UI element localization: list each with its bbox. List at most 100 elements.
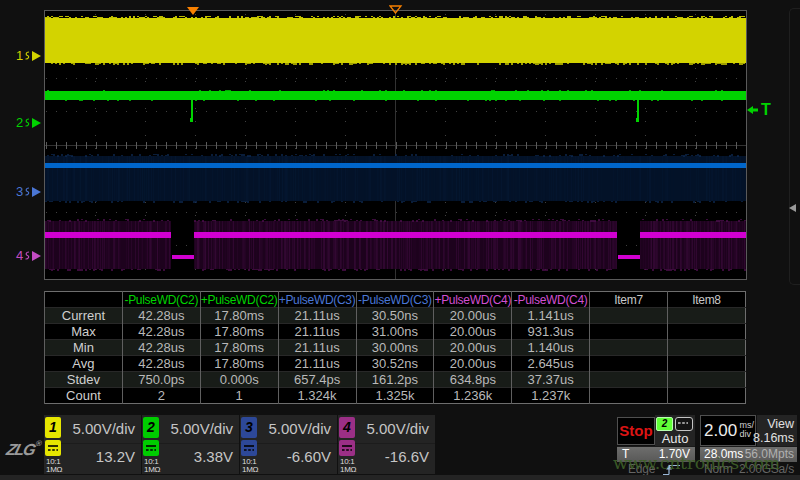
oscilloscope-screen: 1234 T -PulseWD(C2)+PulseWD(C2)+PulseWD(… [0, 0, 800, 480]
cell--PulseWD(C2)-Count: 2 [122, 388, 200, 404]
cell--PulseWD(C2)-Current: 42.28us [122, 308, 200, 324]
cell-+PulseWD(C2)-Min: 17.80ms [200, 340, 278, 356]
cell--PulseWD(C4)-Count: 1.237k [512, 388, 590, 404]
channel-3-offset: -6.60V [287, 448, 331, 465]
cell-+PulseWD(C4)-Max: 20.00us [434, 324, 512, 340]
cell-Item8-Current [668, 308, 746, 324]
channel-4-offset: -16.6V [385, 448, 429, 465]
channel-1-marker-number: 1 [16, 49, 23, 63]
channel-4-badge: 4 [339, 417, 355, 438]
channel-2-marker-number: 2 [16, 116, 23, 130]
cell-+PulseWD(C4)-Count: 1.236k [434, 388, 512, 404]
cell-Item7-Max [590, 324, 668, 340]
trigger-position-icon[interactable] [187, 7, 199, 15]
channel-3-probe-info: 10:11MΩ [242, 458, 258, 473]
cell-Item8-Count [668, 388, 746, 404]
watermark: www.cntronics.com [613, 453, 780, 473]
cell--PulseWD(C3)-Stdev: 161.2ps [356, 372, 434, 388]
row-label-Max: Max [45, 324, 123, 340]
column-header-Item7: Item7 [590, 292, 668, 308]
cell-Item7-Count [590, 388, 668, 404]
row-label-Avg: Avg [45, 356, 123, 372]
cell-Item8-Stdev [668, 372, 746, 388]
column-header-+PulseWD(C3): +PulseWD(C3) [278, 292, 356, 308]
channel-3-scale: 5.00V/div [268, 420, 331, 437]
cell-+PulseWD(C2)-Count: 1 [200, 388, 278, 404]
view-value: 8.16ms [753, 431, 794, 445]
cell-Item7-Min [590, 340, 668, 356]
cell-Item8-Min [668, 340, 746, 356]
cell-+PulseWD(C3)-Stdev: 657.4ps [278, 372, 356, 388]
cell-Item7-Stdev [590, 372, 668, 388]
column-header--PulseWD(C4): -PulseWD(C4) [512, 292, 590, 308]
cell-+PulseWD(C4)-Stdev: 634.8ps [434, 372, 512, 388]
channel-3-skew-icon [23, 186, 31, 198]
trigger-level-marker[interactable]: T [747, 101, 771, 119]
cell-Item8-Avg [668, 356, 746, 372]
channel-3-block[interactable]: 3 10:11MΩ 5.00V/div -6.60V [240, 415, 337, 474]
trigger-left-arrow-icon [747, 105, 758, 115]
cell--PulseWD(C2)-Min: 42.28us [122, 340, 200, 356]
channel-3-coupling-icon [241, 440, 257, 456]
column-header-+PulseWD(C4): +PulseWD(C4) [434, 292, 512, 308]
row-label-Current: Current [45, 308, 123, 324]
channel-4-scale: 5.00V/div [366, 420, 429, 437]
delay-reference-icon [389, 5, 403, 14]
cell--PulseWD(C3)-Max: 31.00ns [356, 324, 434, 340]
trigger-mode-area[interactable]: 2 Auto [655, 415, 695, 446]
waveform-canvas [45, 11, 746, 279]
channel-1-scale: 5.00V/div [72, 420, 135, 437]
cell-+PulseWD(C4)-Min: 20.00us [434, 340, 512, 356]
channel-2-coupling-icon [143, 440, 159, 456]
column-header--PulseWD(C3): -PulseWD(C3) [356, 292, 434, 308]
timebase-scale-value: 2.00 [704, 421, 737, 441]
channel-1-marker-arrow [32, 51, 41, 61]
view-label: View [767, 417, 794, 431]
cell--PulseWD(C4)-Stdev: 37.37us [512, 372, 590, 388]
column-header-+PulseWD(C2): +PulseWD(C2) [200, 292, 278, 308]
channel-1-skew-icon [23, 50, 31, 62]
cell--PulseWD(C2)-Stdev: 750.0ps [122, 372, 200, 388]
row-label-Min: Min [45, 340, 123, 356]
cell--PulseWD(C2)-Avg: 42.28us [122, 356, 200, 372]
channel-4-marker-number: 4 [16, 249, 23, 263]
run-state-button[interactable]: Stop [617, 417, 655, 445]
cell-Item8-Max [668, 324, 746, 340]
cell--PulseWD(C4)-Min: 1.140us [512, 340, 590, 356]
cell-+PulseWD(C2)-Max: 17.80ms [200, 324, 278, 340]
channel-2-block[interactable]: 2 10:11MΩ 5.00V/div 3.38V [142, 415, 239, 474]
cell--PulseWD(C3)-Current: 30.50ns [356, 308, 434, 324]
cell--PulseWD(C3)-Min: 30.00ns [356, 340, 434, 356]
trigger-coupling-icon [675, 417, 693, 431]
cell--PulseWD(C4)-Max: 931.3us [512, 324, 590, 340]
waveform-plot[interactable] [44, 10, 747, 280]
trigger-source-badge: 2 [656, 417, 673, 431]
cell-+PulseWD(C4)-Avg: 20.00us [434, 356, 512, 372]
channel-3-badge: 3 [241, 417, 257, 438]
cell-+PulseWD(C2)-Avg: 17.80ms [200, 356, 278, 372]
channel-1-offset: 13.2V [96, 448, 135, 465]
cell--PulseWD(C4)-Current: 1.141us [512, 308, 590, 324]
channel-1-block[interactable]: 110:11MΩ5.00V/div13.2V [44, 415, 141, 474]
cell-+PulseWD(C3)-Min: 21.11us [278, 340, 356, 356]
cell-+PulseWD(C3)-Max: 21.11us [278, 324, 356, 340]
channel-2-probe-info: 10:11MΩ [144, 458, 160, 473]
row-label-Stdev: Stdev [45, 372, 123, 388]
channel-4-skew-icon [23, 250, 31, 262]
cell-+PulseWD(C4)-Current: 20.00us [434, 308, 512, 324]
cell-Item7-Avg [590, 356, 668, 372]
view-area: View 8.16ms [757, 415, 797, 446]
cell--PulseWD(C4)-Avg: 2.645us [512, 356, 590, 372]
channel-3-marker-number: 3 [16, 185, 23, 199]
channel-1-badge: 1 [45, 417, 61, 438]
channel-2-scale: 5.00V/div [170, 420, 233, 437]
channel-4-probe-info: 10:11MΩ [340, 458, 356, 473]
cell--PulseWD(C3)-Avg: 30.52ns [356, 356, 434, 372]
channel-2-badge: 2 [143, 417, 159, 438]
channel-4-block[interactable]: 4 10:11MΩ 5.00V/div -16.6V [338, 415, 435, 474]
timebase-scale-box[interactable]: 2.00 ms/div [700, 415, 756, 446]
column-header--PulseWD(C2): -PulseWD(C2) [122, 292, 200, 308]
right-edge-arrow-icon[interactable] [789, 204, 796, 212]
channel-2-offset: 3.38V [194, 448, 233, 465]
measurement-table: -PulseWD(C2)+PulseWD(C2)+PulseWD(C3)-Pul… [44, 291, 746, 404]
